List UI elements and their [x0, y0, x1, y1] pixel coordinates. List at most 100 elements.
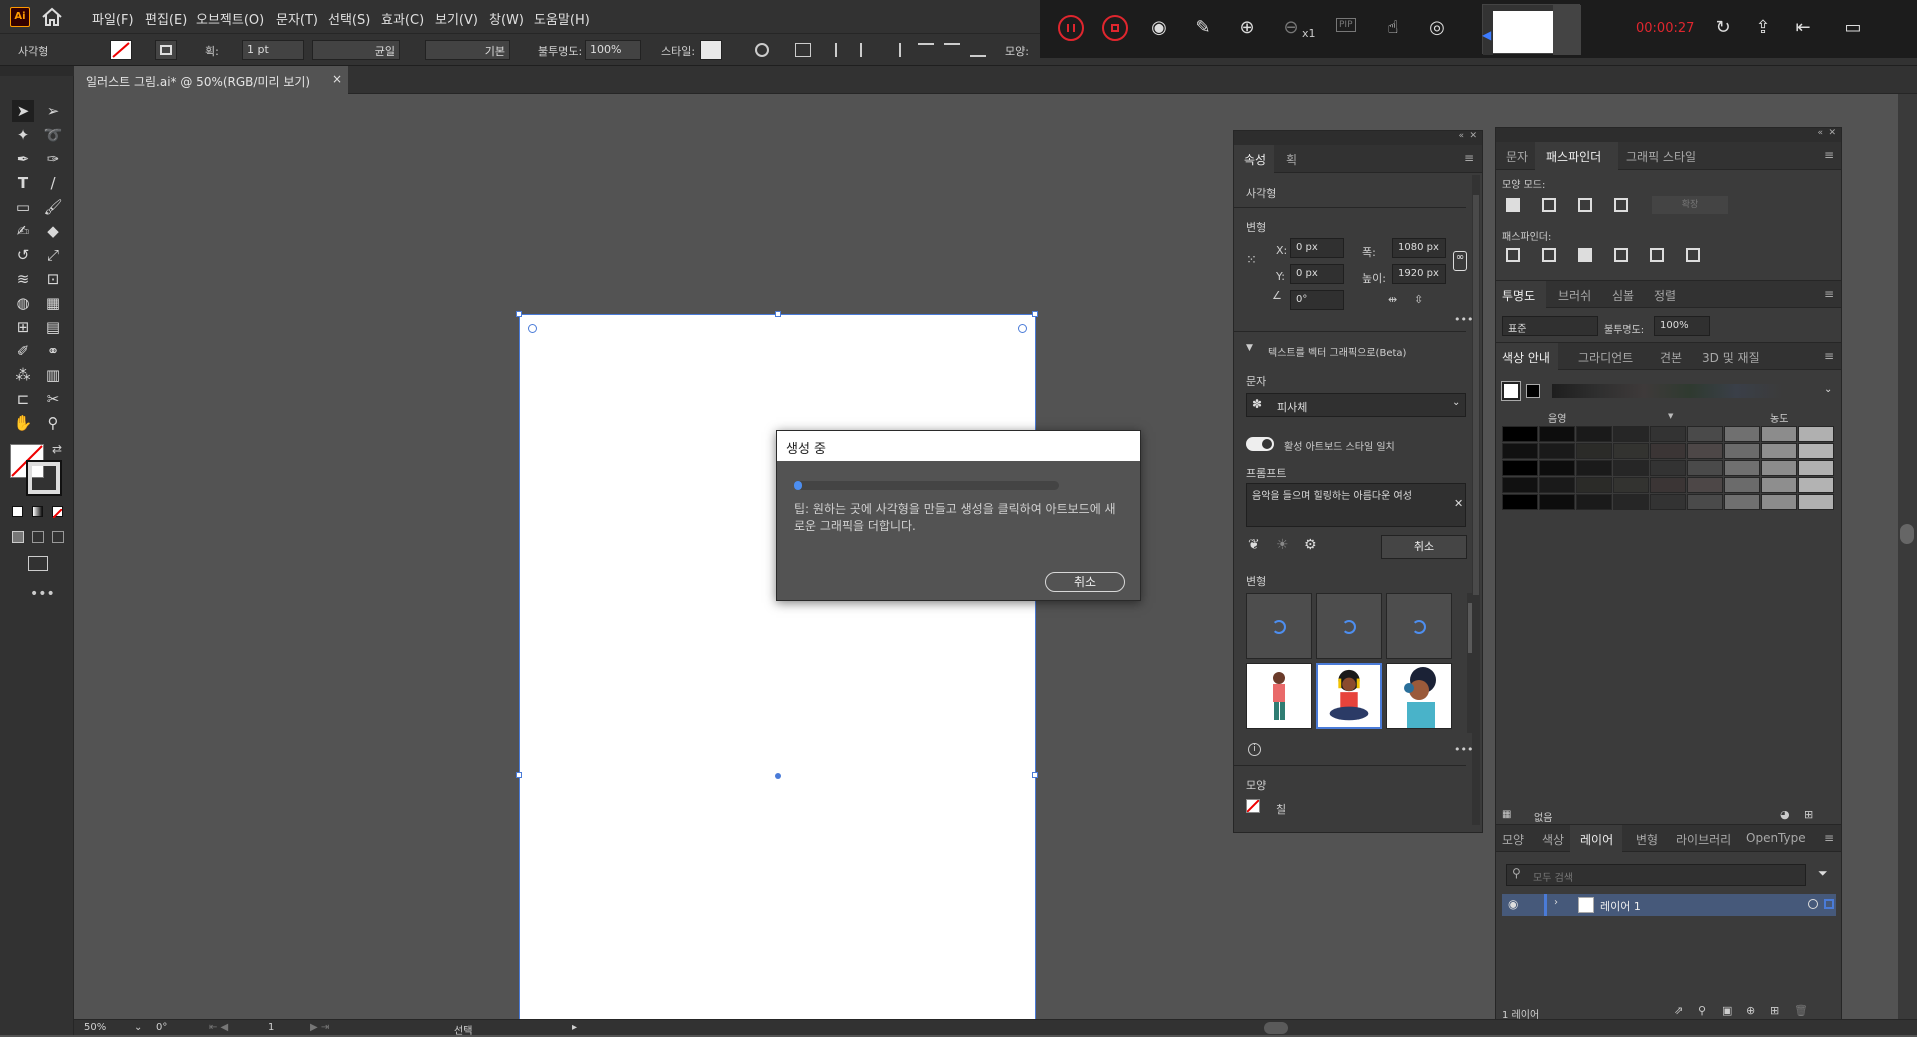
selection-indicator[interactable]	[1824, 899, 1834, 909]
align-top-icon[interactable]	[918, 43, 934, 57]
slice-tool-icon[interactable]: ✂	[42, 388, 64, 410]
free-transform-tool-icon[interactable]: ⊡	[42, 268, 64, 290]
prompt-textarea[interactable]: 음악을 들으며 힐링하는 아름다운 여성	[1246, 483, 1466, 527]
status-menu-icon[interactable]: ▸	[572, 1022, 577, 1033]
rotate-tool-icon[interactable]: ↺	[12, 244, 34, 266]
tab-color-guide[interactable]: 색상 안내	[1502, 349, 1550, 366]
fill-none-swatch[interactable]	[110, 40, 132, 60]
color-guide-swatch[interactable]	[1539, 494, 1575, 510]
tab-graphic-styles[interactable]: 그래픽 스타일	[1626, 148, 1696, 165]
artboard-tool-icon[interactable]: ⊏	[12, 388, 34, 410]
menu-effect[interactable]: 효과(C)	[381, 9, 424, 28]
clipping-mask-icon[interactable]: ▣	[1722, 1004, 1732, 1017]
color-guide-swatch[interactable]	[1576, 426, 1612, 442]
harmony-rules-bar[interactable]	[1552, 384, 1782, 398]
minus-front-icon[interactable]	[1542, 198, 1556, 212]
close-dock-icon[interactable]: ✕	[1828, 128, 1836, 138]
symbol-sprayer-tool-icon[interactable]: ⁂	[12, 364, 34, 386]
align-center-icon[interactable]	[860, 43, 876, 57]
none-mode-icon[interactable]	[52, 506, 63, 519]
dialog-cancel-button[interactable]: 취소	[1045, 572, 1125, 592]
color-guide-swatch[interactable]	[1539, 426, 1575, 442]
settings-gear-icon[interactable]: ⚙	[1304, 537, 1317, 553]
color-guide-swatch[interactable]	[1724, 477, 1760, 493]
color-guide-swatch[interactable]	[1650, 460, 1686, 476]
color-guide-swatch[interactable]	[1724, 443, 1760, 459]
color-guide-swatch[interactable]	[1576, 460, 1612, 476]
color-guide-swatch[interactable]	[1798, 426, 1834, 442]
menu-help[interactable]: 도움말(H)	[534, 9, 590, 28]
color-guide-swatch[interactable]	[1576, 443, 1612, 459]
hide-cursor-icon[interactable]: ◎	[1424, 15, 1450, 41]
stroke-color-icon[interactable]	[26, 460, 62, 496]
pip-button[interactable]: PIP	[1336, 18, 1356, 32]
match-style-toggle[interactable]	[1246, 437, 1274, 451]
locate-object-icon[interactable]: ⚲	[1698, 1004, 1706, 1017]
panel-menu-icon[interactable]: ≡	[1464, 151, 1474, 165]
color-guide-swatch[interactable]	[1502, 477, 1538, 493]
constrain-proportions-icon[interactable]: ∞	[1453, 251, 1467, 271]
color-guide-swatch[interactable]	[1650, 477, 1686, 493]
shape-builder-tool-icon[interactable]: ◍	[12, 292, 34, 314]
paintbrush-tool-icon[interactable]: 🖌	[42, 196, 64, 218]
flip-vertical-icon[interactable]: ⇳	[1414, 293, 1423, 306]
variations-more-icon[interactable]: •••	[1454, 743, 1473, 756]
angle-field[interactable]: 0°	[1290, 290, 1344, 310]
align-left-icon[interactable]	[835, 43, 851, 57]
export-layer-icon[interactable]: ⇗	[1674, 1004, 1683, 1017]
generate-cancel-button[interactable]: 취소	[1381, 535, 1467, 559]
tab-appearance[interactable]: 모양	[1502, 831, 1524, 848]
tab-symbols[interactable]: 심볼	[1612, 287, 1634, 304]
x-field[interactable]: 0 px	[1290, 238, 1344, 258]
canvas-vertical-scrollbar[interactable]	[1898, 94, 1917, 1019]
color-guide-swatch[interactable]	[1576, 477, 1612, 493]
opacity-field[interactable]: 100%	[585, 40, 641, 60]
color-guide-swatch[interactable]	[1539, 460, 1575, 476]
prompt-suggestion-icon[interactable]: ☀	[1276, 537, 1289, 553]
layer-row[interactable]: ◉ › 레이어 1	[1502, 894, 1836, 916]
stop-record-icon[interactable]	[1102, 15, 1128, 41]
close-panel-icon[interactable]: ✕	[1469, 131, 1477, 141]
direct-selection-tool-icon[interactable]: ➢	[42, 100, 64, 122]
stroke-weight-field[interactable]: 1 pt	[242, 40, 304, 60]
zoom-field[interactable]: 50%	[84, 1022, 106, 1033]
stroke-swatch[interactable]	[155, 40, 177, 60]
save-group-icon[interactable]: ⊞	[1804, 808, 1813, 821]
minimize-icon[interactable]: ⇤	[1790, 15, 1816, 41]
artboard[interactable]	[516, 311, 1038, 1020]
color-guide-swatch[interactable]	[1724, 494, 1760, 510]
expand-button[interactable]: 확장	[1652, 196, 1728, 214]
color-guide-swatch[interactable]	[1724, 460, 1760, 476]
color-guide-swatch[interactable]	[1613, 426, 1649, 442]
color-guide-swatch[interactable]	[1613, 494, 1649, 510]
bounding-handle[interactable]	[516, 311, 522, 317]
close-tab-icon[interactable]: ×	[332, 72, 342, 86]
color-guide-swatch[interactable]	[1650, 443, 1686, 459]
layers-search-input[interactable]: 모두 검색	[1506, 864, 1806, 886]
rectangle-tool-icon[interactable]: ▭	[12, 196, 34, 218]
zoom-out-icon[interactable]: ⊖	[1278, 15, 1304, 41]
exclude-icon[interactable]	[1614, 198, 1628, 212]
divide-icon[interactable]	[1506, 248, 1520, 262]
harmony-swatch[interactable]	[1526, 384, 1540, 398]
color-guide-swatch[interactable]	[1687, 426, 1723, 442]
schedule-icon[interactable]: ↻	[1710, 15, 1736, 41]
color-guide-swatch[interactable]	[1761, 477, 1797, 493]
trim-icon[interactable]	[1542, 248, 1556, 262]
width-field[interactable]: 1080 px	[1392, 238, 1446, 258]
recolor-icon[interactable]	[755, 43, 769, 57]
new-sublayer-icon[interactable]: ⊕	[1746, 1004, 1755, 1017]
delete-layer-icon[interactable]: 🗑	[1794, 1004, 1808, 1017]
color-guide-swatch[interactable]	[1613, 460, 1649, 476]
eyedropper-tool-icon[interactable]: ✐	[12, 340, 34, 362]
pause-record-icon[interactable]	[1058, 15, 1084, 41]
height-field[interactable]: 1920 px	[1392, 264, 1446, 284]
color-guide-swatch[interactable]	[1761, 443, 1797, 459]
color-guide-swatch[interactable]	[1687, 460, 1723, 476]
pen-tool-icon[interactable]: ✒	[12, 148, 34, 170]
swap-colors-icon[interactable]: ⇄	[52, 442, 62, 456]
tab-layers[interactable]: 레이어	[1580, 831, 1613, 848]
gradient-tool-icon[interactable]: ▤	[42, 316, 64, 338]
panel-menu-icon[interactable]: ≡	[1824, 287, 1834, 301]
layer-name[interactable]: 레이어 1	[1600, 898, 1641, 914]
